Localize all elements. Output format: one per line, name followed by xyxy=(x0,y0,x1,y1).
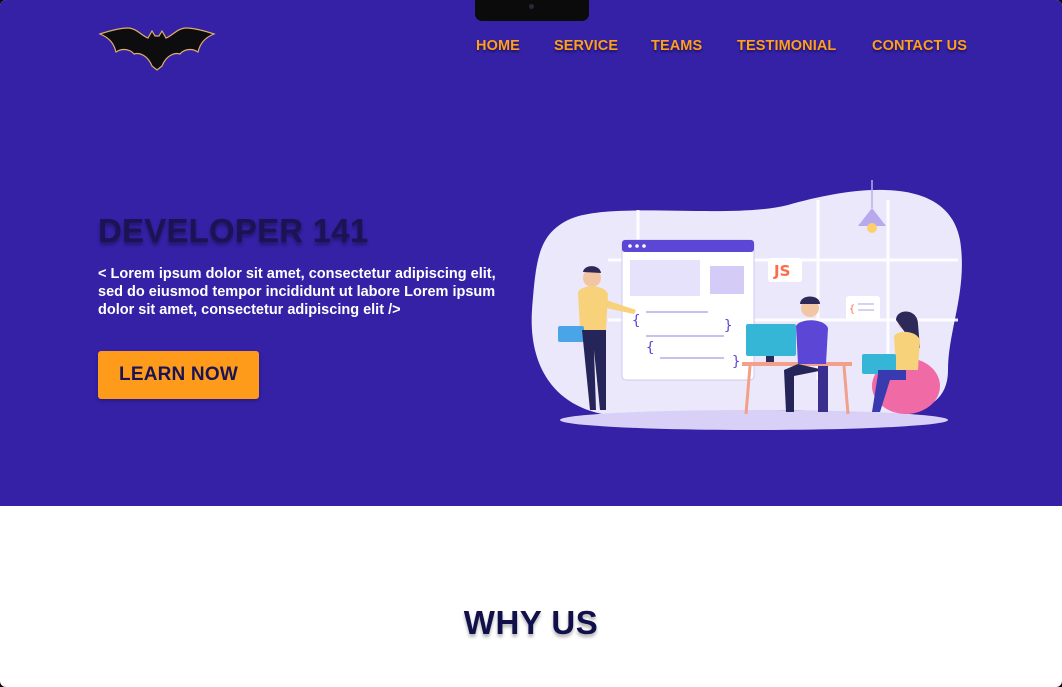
svg-text:}: } xyxy=(732,354,740,370)
hero-description: < Lorem ipsum dolor sit amet, consectetu… xyxy=(98,266,496,318)
hero-title: DEVELOPER 141 xyxy=(98,212,369,249)
nav-teams[interactable]: TEAMS xyxy=(651,38,702,54)
camera-dot xyxy=(529,4,534,9)
camera-notch xyxy=(475,0,589,21)
nav-service[interactable]: SERVICE xyxy=(554,38,618,54)
code-window-icon: { } { } xyxy=(621,239,755,381)
browser-viewport: HOME SERVICE TEAMS TESTIMONIAL CONTACT U… xyxy=(0,0,1062,687)
nav-home[interactable]: HOME xyxy=(476,38,520,54)
chat-bubble-icon: { xyxy=(846,296,880,320)
svg-text:{: { xyxy=(646,340,654,356)
learn-now-button[interactable]: LEARN NOW xyxy=(98,351,259,399)
svg-text:}: } xyxy=(724,318,732,334)
svg-text:{: { xyxy=(632,313,640,329)
nav-testimonial[interactable]: TESTIMONIAL xyxy=(737,38,836,54)
nav-contact-us[interactable]: CONTACT US xyxy=(872,38,967,54)
why-us-heading: WHY US xyxy=(463,604,599,641)
team-coding-illustration: { } { } JS { xyxy=(531,180,962,430)
js-badge: JS xyxy=(773,262,790,280)
svg-text:{: { xyxy=(849,304,855,315)
main-nav: HOME SERVICE TEAMS TESTIMONIAL CONTACT U… xyxy=(0,38,1062,58)
floor-shadow xyxy=(560,410,948,430)
hero-section: HOME SERVICE TEAMS TESTIMONIAL CONTACT U… xyxy=(0,0,1062,506)
